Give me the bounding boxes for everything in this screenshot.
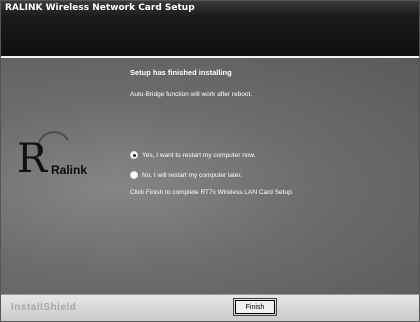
radio-button[interactable] <box>130 171 138 179</box>
footer-bar: InstallShield Finish <box>1 294 419 321</box>
radio-dot-icon <box>132 153 136 157</box>
setup-window: RALINK Wireless Network Card Setup R Ral… <box>0 0 420 322</box>
page-title: Setup has finished installing <box>130 68 232 77</box>
main-panel: R Ralink Setup has finished installing A… <box>1 58 419 294</box>
restart-now-label: Yes, I want to restart my computer now. <box>142 151 256 159</box>
logo-brand-text: Ralink <box>51 163 88 177</box>
info-message: Auto-Bridge function will work after reb… <box>130 91 253 98</box>
ralink-logo: R Ralink <box>17 127 117 193</box>
restart-now-option[interactable]: Yes, I want to restart my computer now. <box>130 151 256 159</box>
restart-later-label: No, I will restart my computer later. <box>142 171 243 179</box>
finish-button[interactable]: Finish <box>233 298 277 316</box>
logo-letter: R <box>17 136 48 182</box>
restart-later-option[interactable]: No, I will restart my computer later. <box>130 171 242 179</box>
radio-button-selected[interactable] <box>130 151 138 159</box>
finish-instructions: Click Finish to complete RT7x Wireless L… <box>130 189 294 196</box>
window-title: RALINK Wireless Network Card Setup <box>1 1 419 15</box>
installshield-logo: InstallShield <box>11 302 77 313</box>
header-banner <box>1 15 419 56</box>
